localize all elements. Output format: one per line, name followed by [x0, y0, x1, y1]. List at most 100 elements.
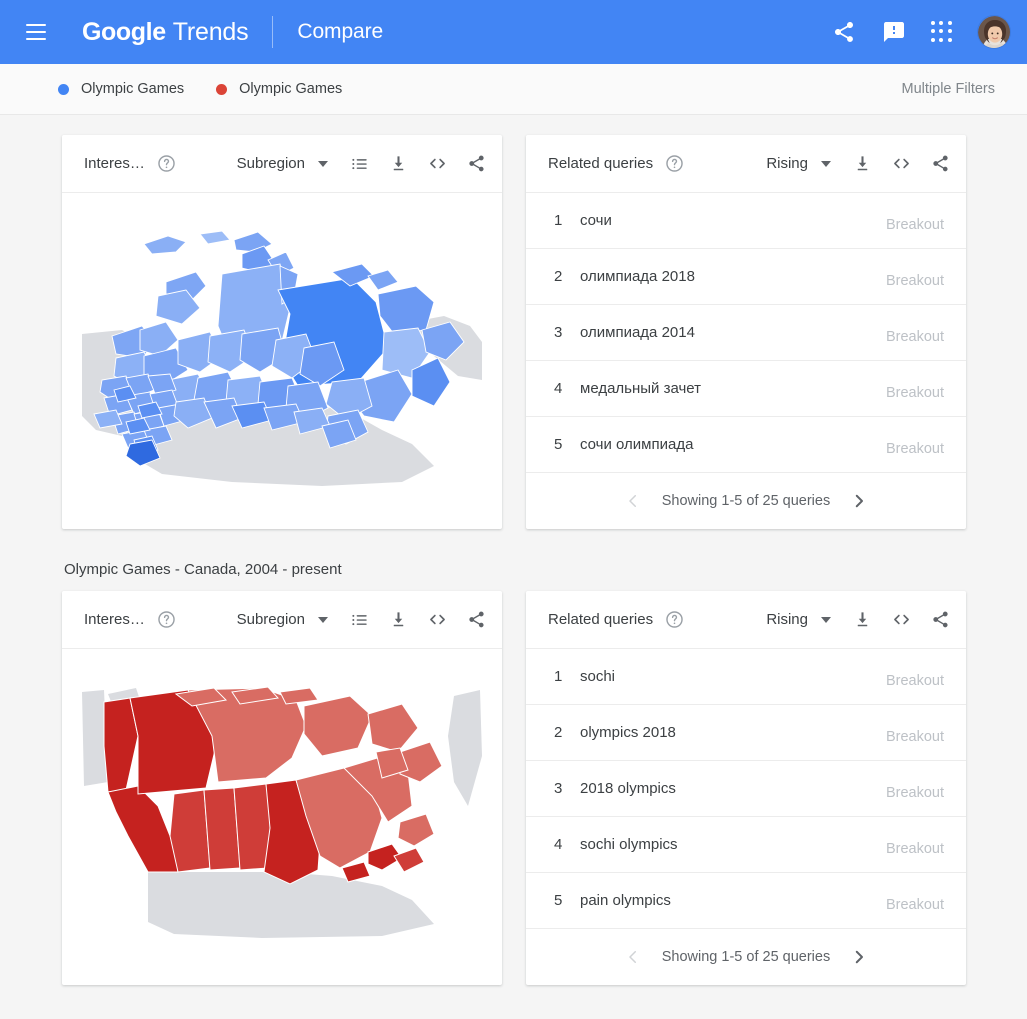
help-circle-icon[interactable] [665, 154, 684, 173]
row-rank: 5 [554, 436, 563, 453]
card-header: Related queries Rising [526, 135, 966, 193]
chevron-down-icon [318, 616, 328, 623]
legend-dot-red [216, 83, 228, 95]
apps-grid-icon[interactable] [931, 21, 953, 43]
row-rank: 5 [554, 892, 563, 909]
row-value: Breakout [885, 216, 944, 233]
row-query: сочи олимпиада [580, 436, 694, 453]
download-icon[interactable] [389, 610, 408, 629]
card-header-icons [350, 153, 486, 174]
pagination: Showing 1-5 of 25 queries [526, 473, 966, 529]
card-header: Related queries Rising [526, 591, 966, 649]
row-value: Breakout [885, 440, 944, 457]
row-value: Breakout [885, 840, 944, 857]
subregion-select-value: Subregion [236, 155, 305, 172]
share-icon[interactable] [467, 154, 486, 173]
row-query: олимпиада 2014 [580, 324, 695, 341]
row-value: Breakout [885, 896, 944, 913]
page-title: Compare [297, 20, 384, 43]
legend-item-1[interactable]: Olympic Games [216, 81, 342, 97]
brand-product-text: Trends [172, 17, 249, 46]
row-query: медальный зачет [580, 380, 702, 397]
section-russia: Interes… Subregion Related queries Risin… [62, 135, 967, 529]
card-title: Related queries [548, 155, 654, 172]
table-row[interactable]: 4 медальный зачет Breakout [526, 361, 966, 417]
embed-code-icon[interactable] [427, 153, 448, 174]
card-title: Interes… [84, 611, 145, 628]
chevron-right-icon[interactable] [850, 948, 868, 966]
row-value: Breakout [885, 784, 944, 801]
subregion-select[interactable]: Subregion [237, 611, 328, 628]
row-query: сочи [580, 212, 612, 229]
row-rank: 4 [554, 836, 563, 853]
content-area: Interes… Subregion Related queries Risin… [0, 115, 1027, 985]
interest-by-subregion-card-canada: Interes… Subregion [62, 591, 502, 985]
row-query: pain olympics [580, 892, 671, 909]
card-header: Interes… Subregion [62, 591, 502, 649]
table-row[interactable]: 5 сочи олимпиада Breakout [526, 417, 966, 473]
chevron-left-icon[interactable] [624, 492, 642, 510]
download-icon[interactable] [853, 154, 872, 173]
brand-logo[interactable]: Google Trends [82, 17, 249, 47]
share-icon[interactable] [831, 19, 857, 45]
table-row[interactable]: 1 sochi Breakout [526, 649, 966, 705]
chevron-right-icon[interactable] [850, 492, 868, 510]
chevron-left-icon[interactable] [624, 948, 642, 966]
embed-code-icon[interactable] [427, 609, 448, 630]
row-rank: 1 [554, 668, 563, 685]
table-row[interactable]: 4 sochi olympics Breakout [526, 817, 966, 873]
multiple-filters-label[interactable]: Multiple Filters [902, 81, 995, 97]
chevron-down-icon [821, 616, 831, 623]
table-row[interactable]: 3 олимпиада 2014 Breakout [526, 305, 966, 361]
embed-code-icon[interactable] [891, 153, 912, 174]
brand-google-text: Google [82, 17, 166, 46]
help-circle-icon[interactable] [665, 610, 684, 629]
legend-label-1: Olympic Games [239, 81, 343, 97]
list-view-icon[interactable] [350, 610, 370, 630]
canada-choropleth-map[interactable] [62, 649, 502, 979]
table-row[interactable]: 2 олимпиада 2018 Breakout [526, 249, 966, 305]
appbar-divider [272, 16, 274, 48]
legend-label-0: Olympic Games [81, 81, 185, 97]
table-row[interactable]: 3 2018 olympics Breakout [526, 761, 966, 817]
rising-select[interactable]: Rising [766, 155, 831, 172]
app-bar: Google Trends Compare [0, 0, 1027, 64]
pagination-label: Showing 1-5 of 25 queries [661, 493, 831, 509]
legend-item-0[interactable]: Olympic Games [58, 81, 184, 97]
table-row[interactable]: 5 pain olympics Breakout [526, 873, 966, 929]
row-query: sochi olympics [580, 836, 678, 853]
list-view-icon[interactable] [350, 154, 370, 174]
card-header: Interes… Subregion [62, 135, 502, 193]
pagination-label: Showing 1-5 of 25 queries [661, 949, 831, 965]
table-row[interactable]: 1 сочи Breakout [526, 193, 966, 249]
russia-choropleth-map[interactable] [62, 193, 502, 523]
rising-select-value: Rising [766, 611, 808, 628]
table-row[interactable]: 2 olympics 2018 Breakout [526, 705, 966, 761]
row-value: Breakout [885, 272, 944, 289]
help-circle-icon[interactable] [157, 154, 176, 173]
interest-by-subregion-card-russia: Interes… Subregion [62, 135, 502, 529]
row-rank: 3 [554, 324, 563, 341]
rising-select-value: Rising [766, 155, 808, 172]
help-circle-icon[interactable] [157, 610, 176, 629]
rising-select[interactable]: Rising [766, 611, 831, 628]
related-queries-card-canada: Related queries Rising 1 sochi Breakout … [526, 591, 966, 985]
section-caption-canada: Olympic Games - Canada, 2004 - present [64, 561, 342, 578]
share-icon[interactable] [931, 154, 950, 173]
subregion-select[interactable]: Subregion [237, 155, 328, 172]
avatar[interactable] [977, 15, 1011, 49]
feedback-icon[interactable] [881, 19, 907, 45]
row-value: Breakout [885, 384, 944, 401]
download-icon[interactable] [389, 154, 408, 173]
legend-dot-blue [58, 83, 69, 95]
card-header-icons [853, 153, 950, 174]
share-icon[interactable] [467, 610, 486, 629]
appbar-actions [831, 15, 1011, 49]
legend-bar: Olympic Games Olympic Games Multiple Fil… [0, 64, 1027, 115]
embed-code-icon[interactable] [891, 609, 912, 630]
row-query: olympics 2018 [580, 724, 676, 741]
share-icon[interactable] [931, 610, 950, 629]
hamburger-menu-icon[interactable] [18, 14, 54, 50]
pagination: Showing 1-5 of 25 queries [526, 929, 966, 985]
download-icon[interactable] [853, 610, 872, 629]
